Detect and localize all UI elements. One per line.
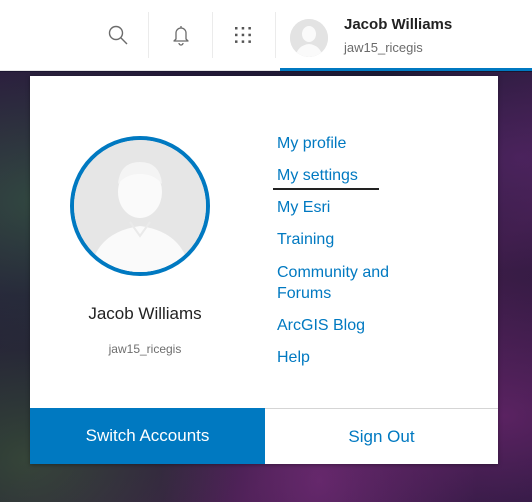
profile-username: jaw15_ricegis (108, 342, 182, 356)
menu-item-my-settings[interactable]: My settings (273, 166, 477, 190)
switch-accounts-button[interactable]: Switch Accounts (30, 408, 265, 464)
menu-item-arcgis-blog[interactable]: ArcGIS Blog (277, 316, 477, 336)
bell-icon[interactable] (168, 22, 194, 48)
header-divider (148, 12, 149, 58)
menu-item-community-forums[interactable]: Community and Forums (277, 262, 427, 304)
header-divider (212, 12, 213, 58)
menu-item-my-esri[interactable]: My Esri (277, 198, 477, 218)
menu-item-help[interactable]: Help (277, 348, 477, 368)
profile-avatar (70, 136, 210, 276)
header-divider (275, 12, 276, 58)
sign-out-button[interactable]: Sign Out (265, 408, 498, 464)
header-username[interactable]: jaw15_ricegis (344, 40, 423, 55)
top-header: Jacob Williams jaw15_ricegis (0, 0, 532, 71)
profile-name: Jacob Williams (88, 304, 202, 323)
user-dropdown-panel: Jacob Williams jaw15_ricegis My profile … (30, 76, 498, 464)
menu-item-training[interactable]: Training (277, 230, 477, 250)
account-menu: My profile My settings My Esri Training … (273, 134, 477, 380)
header-user-name[interactable]: Jacob Williams (344, 16, 452, 33)
active-indicator (280, 68, 532, 71)
app-launcher-icon[interactable] (230, 22, 256, 48)
menu-item-my-profile[interactable]: My profile (277, 134, 477, 154)
header-avatar[interactable] (290, 19, 328, 57)
search-icon[interactable] (105, 22, 131, 48)
